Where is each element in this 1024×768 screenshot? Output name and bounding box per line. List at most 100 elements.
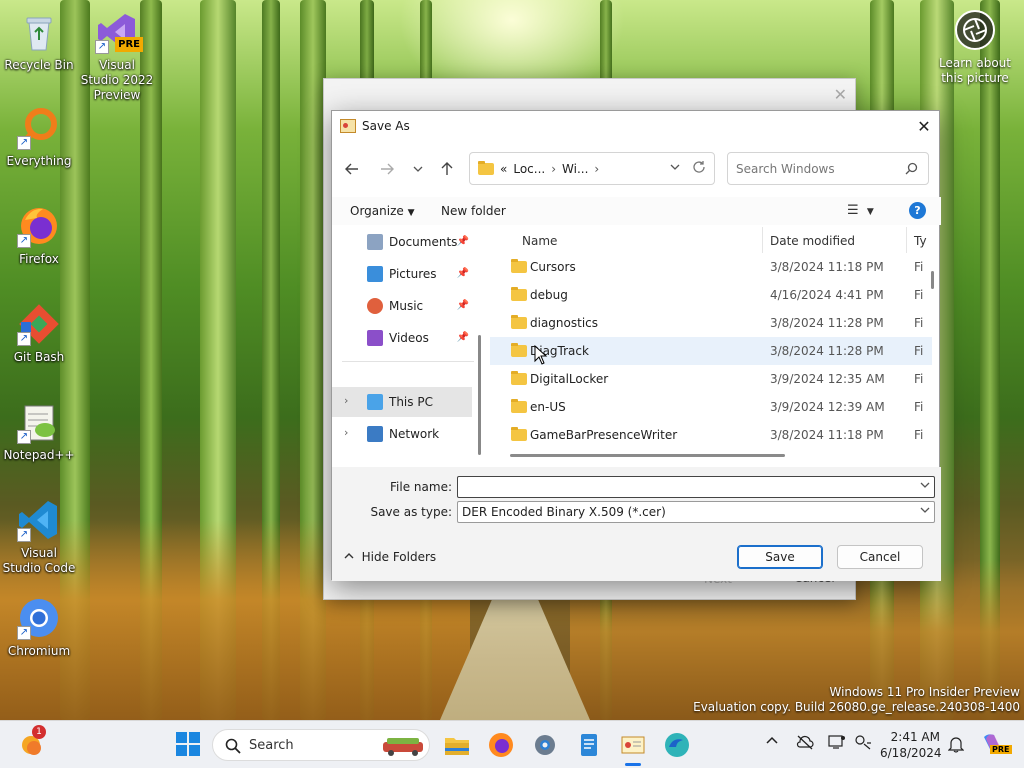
desktop-icon-everything[interactable]: ↗ Everything [1,106,77,169]
search-icon [225,738,241,754]
new-folder-button[interactable]: New folder [441,204,506,218]
chevron-right-icon[interactable]: › [344,426,348,439]
address-bar[interactable]: « Loc... › Wi... › [469,152,715,185]
navigation-row: « Loc... › Wi... › Search Windows [332,149,941,189]
cancel-button[interactable]: Cancel [837,545,923,569]
file-list-vertical-scrollbar[interactable] [931,271,934,289]
desktop-icon-firefox[interactable]: ↗ Firefox [1,204,77,267]
folder-icon [511,343,527,357]
nav-item-videos[interactable]: Videos 📌 [332,323,472,353]
caret-down-icon: ▼ [407,208,415,218]
view-options-button[interactable]: ☰ ▼ [847,203,874,218]
address-dropdown-chevron-icon[interactable] [670,162,680,175]
hide-folders-label: Hide Folders [361,550,437,564]
file-row[interactable]: debug 4/16/2024 4:41 PM Fi [490,281,932,309]
dialog-titlebar[interactable]: Save As ✕ [332,111,939,141]
breadcrumb-chevron-icon[interactable]: › [594,162,599,176]
file-row[interactable]: Cursors 3/8/2024 11:18 PM Fi [490,253,932,281]
folder-icon [511,315,527,329]
network-settings-icon[interactable] [854,734,872,753]
nav-item-label: Documents [389,235,458,249]
watermark-edition: Windows 11 Pro Insider Preview [829,685,1020,699]
desktop-icon-label: Visual Studio 2022 Preview [80,58,154,102]
column-header-date-modified[interactable]: Date modified [770,234,855,248]
column-header-type[interactable]: Ty [914,234,927,248]
save-as-type-select[interactable]: DER Encoded Binary X.509 (*.cer) [457,501,935,523]
file-row[interactable]: DiagTrack 3/8/2024 11:28 PM Fi [490,337,932,365]
save-button[interactable]: Save [737,545,823,569]
file-name: diagnostics [530,316,599,330]
search-box[interactable]: Search Windows [727,152,929,185]
forward-arrow-icon[interactable] [375,157,399,181]
chevron-right-icon[interactable]: › [344,394,348,407]
chevron-down-icon[interactable] [920,505,930,518]
nav-item-network[interactable]: › Network [332,419,472,449]
start-button[interactable] [175,731,203,759]
chevron-up-icon[interactable] [766,735,778,750]
windows-logo-icon [176,732,200,756]
recycle-bin-icon [17,10,61,54]
desktop-icon-visual-studio-2022-preview[interactable]: PRE ↗ Visual Studio 2022 Preview [79,10,155,103]
learn-about-picture[interactable]: Learn about this picture [935,10,1015,86]
chromium-icon: ↗ [17,596,61,640]
file-row[interactable]: GameBarPresenceWriter 3/8/2024 11:18 PM … [490,421,932,449]
search-input[interactable]: Search Windows [736,162,835,176]
desktop-icon-chromium[interactable]: ↗ Chromium [1,596,77,659]
desktop-icon-notepad-plus-plus[interactable]: ↗ Notepad++ [1,400,77,463]
nav-divider [342,361,474,362]
certificate-manager-taskbar-icon[interactable] [619,731,647,759]
column-header-name[interactable]: Name [522,234,557,248]
settings-taskbar-icon[interactable] [531,731,559,759]
desktop-icon-recycle-bin[interactable]: Recycle Bin [1,10,77,73]
edge-taskbar-icon[interactable] [663,731,691,759]
file-row[interactable]: diagnostics 3/8/2024 11:28 PM Fi [490,309,932,337]
weather-icon[interactable]: 1 [18,725,46,759]
breadcrumb-segment[interactable]: Loc... [513,162,545,176]
display-icon[interactable] [828,734,846,753]
firefox-taskbar-icon[interactable] [487,731,515,759]
chevron-down-icon[interactable] [920,480,930,493]
address-overflow[interactable]: « [500,162,507,176]
copilot-icon[interactable]: PRE [980,731,1012,757]
nav-item-documents[interactable]: Documents 📌 [332,227,472,257]
close-icon[interactable]: ✕ [909,111,939,141]
file-explorer-taskbar-icon[interactable] [443,731,471,759]
notepad-plus-plus-icon: ↗ [17,400,61,444]
search-icon [905,162,918,178]
file-name-input[interactable] [457,476,935,498]
notepad-taskbar-icon[interactable] [575,731,603,759]
organize-button[interactable]: Organize ▼ [350,204,415,218]
file-row[interactable]: en-US 3/9/2024 12:39 AM Fi [490,393,932,421]
file-list-horizontal-scrollbar[interactable] [510,454,785,457]
taskbar-search-box[interactable]: Search [212,729,430,761]
cloud-offline-icon[interactable] [796,734,814,753]
help-icon[interactable]: ? [909,202,926,219]
nav-item-music[interactable]: Music 📌 [332,291,472,321]
taskbar-search-label: Search [249,737,294,753]
nav-item-label: Music [389,299,424,313]
system-clock[interactable]: 2:41 AM 6/18/2024 [880,729,942,761]
nav-pane-scrollbar[interactable] [478,335,481,455]
back-arrow-icon[interactable] [340,157,364,181]
recent-locations-chevron-icon[interactable] [406,157,430,181]
shortcut-arrow-icon: ↗ [17,234,31,248]
nav-item-this-pc[interactable]: › This PC [332,387,472,417]
close-icon[interactable]: ✕ [834,85,847,104]
save-as-type-row: Save as type: DER Encoded Binary X.509 (… [332,501,941,525]
nav-item-pictures[interactable]: Pictures 📌 [332,259,472,289]
file-row[interactable]: DigitalLocker 3/9/2024 12:35 AM Fi [490,365,932,393]
file-type: Fi [914,316,924,330]
everything-search-icon: ↗ [17,106,61,150]
nav-item-label: Videos [389,331,429,345]
breadcrumb-segment[interactable]: Wi... [562,162,588,176]
desktop-icon-visual-studio-code[interactable]: ↗ Visual Studio Code [1,498,77,576]
breadcrumb-chevron-icon[interactable]: › [551,162,556,176]
up-arrow-icon[interactable] [435,157,459,181]
hide-folders-button[interactable]: Hide Folders [344,550,436,564]
desktop-icon-label: Firefox [19,252,59,266]
desktop-icon-git-bash[interactable]: ↗ Git Bash [1,302,77,365]
learn-about-picture-label: Learn about this picture [939,56,1011,85]
refresh-icon[interactable] [692,160,706,178]
computer-icon [367,394,383,410]
notification-bell-icon[interactable] [947,735,965,756]
